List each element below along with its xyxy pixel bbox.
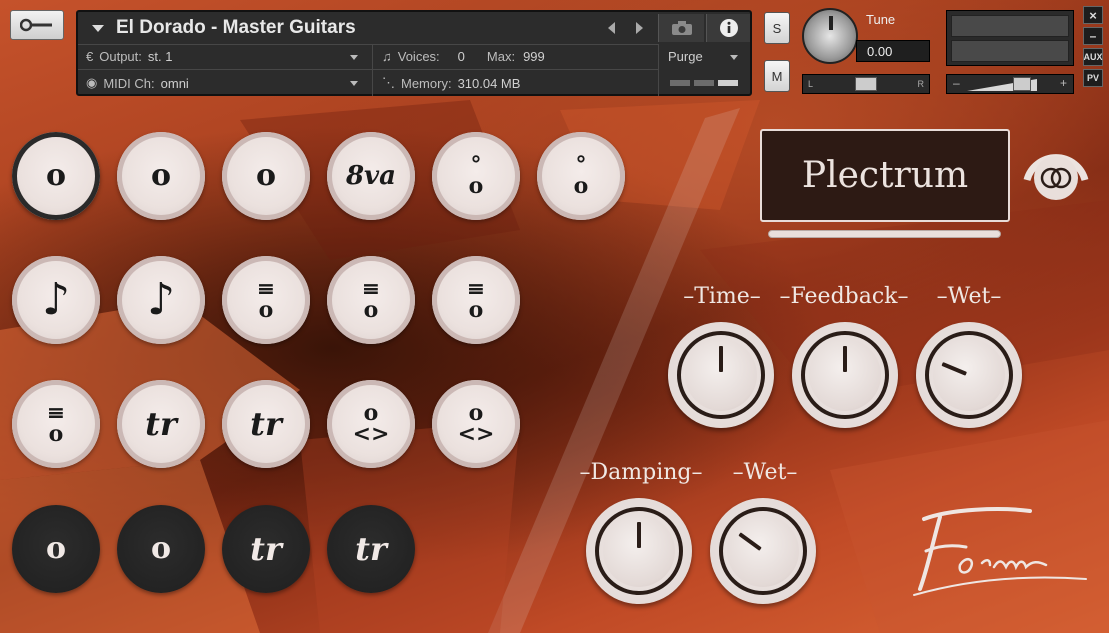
feedback-knob-pointer (843, 346, 847, 372)
articulation-glyph: ≡ o (46, 400, 66, 447)
articulation-glyph: ≡ o (256, 276, 276, 323)
wet-knob-1-pointer (941, 362, 967, 376)
articulation-button-7[interactable]: ♪ (12, 256, 100, 344)
wet-knob-2[interactable] (710, 498, 816, 604)
settings-wrench-button[interactable] (10, 10, 64, 40)
volume-slider[interactable]: – + (946, 74, 1074, 94)
articulation-button-1[interactable]: o (12, 132, 100, 220)
articulation-button-11[interactable]: ≡ o (432, 256, 520, 344)
articulation-button-16[interactable]: o <> (432, 380, 520, 468)
mute-button[interactable]: M (764, 60, 790, 92)
articulation-glyph: o (255, 158, 276, 193)
plectrum-display[interactable]: Plectrum (760, 129, 1010, 222)
articulation-glyph: tr (250, 405, 282, 443)
articulation-glyph: o (45, 531, 66, 566)
articulation-glyph: ° o (573, 152, 589, 199)
info-button[interactable] (706, 14, 750, 42)
articulation-button-18[interactable]: o (117, 505, 205, 593)
articulation-button-14[interactable]: tr (222, 380, 310, 468)
camera-icon (671, 21, 692, 35)
wet-knob-2-pointer (738, 532, 762, 551)
wrench-icon (20, 18, 52, 32)
pan-handle[interactable] (855, 77, 877, 91)
minimize-button[interactable]: – (1083, 27, 1103, 45)
aux-button[interactable]: AUX (1083, 48, 1103, 66)
snapshot-camera-button[interactable] (658, 14, 704, 42)
solo-button[interactable]: S (764, 12, 790, 44)
midi-dropdown-arrow-icon[interactable] (350, 81, 358, 86)
forum-signature-logo (913, 507, 1087, 596)
volume-handle[interactable] (1013, 77, 1031, 91)
close-button[interactable]: × (1083, 6, 1103, 24)
tune-label: Tune (866, 12, 896, 27)
instrument-name[interactable]: El Dorado - Master Guitars (116, 17, 356, 39)
time-knob[interactable] (668, 322, 774, 428)
memory-icon: ⋱ (382, 75, 395, 90)
articulation-button-3[interactable]: o (222, 132, 310, 220)
pan-slider[interactable]: L R (802, 74, 930, 94)
articulation-button-10[interactable]: ≡ o (327, 256, 415, 344)
damping-label: –Damping– (579, 460, 703, 485)
plectrum-slider[interactable] (768, 230, 1001, 238)
articulation-button-2[interactable]: o (117, 132, 205, 220)
instrument-header: El Dorado - Master Guitars € Output: st.… (76, 10, 752, 96)
articulation-glyph: o (45, 158, 66, 193)
articulation-glyph: o <> (457, 400, 495, 447)
articulation-glyph: ≡ o (361, 276, 381, 323)
articulation-button-5[interactable]: ° o (432, 132, 520, 220)
articulation-glyph: o <> (352, 400, 390, 447)
output-selector[interactable]: € Output: st. 1 (86, 49, 366, 64)
tune-knob[interactable] (802, 8, 858, 64)
articulation-button-4[interactable]: 8va (327, 132, 415, 220)
articulation-glyph: tr (250, 530, 282, 568)
articulation-button-19[interactable]: tr (222, 505, 310, 593)
collapse-arrow-icon[interactable] (92, 25, 104, 32)
articulation-button-13[interactable]: tr (117, 380, 205, 468)
pv-button[interactable]: PV (1083, 69, 1103, 87)
articulation-glyph: ♪ (146, 274, 176, 325)
time-knob-pointer (719, 346, 723, 372)
purge-indicator (670, 80, 738, 86)
feedback-knob[interactable] (792, 322, 898, 428)
articulation-button-12[interactable]: ≡ o (12, 380, 100, 468)
articulation-button-17[interactable]: o (12, 505, 100, 593)
articulation-button-20[interactable]: tr (327, 505, 415, 593)
level-meter (946, 10, 1074, 66)
next-instrument-arrow[interactable] (636, 22, 643, 34)
midi-channel-selector[interactable]: ◉ MIDI Ch: omni (86, 75, 366, 91)
feedback-label: –Feedback– (779, 284, 909, 309)
rings-logo-icon[interactable] (1021, 136, 1091, 204)
articulation-glyph: ° o (468, 152, 484, 199)
midi-icon: ◉ (86, 75, 98, 90)
articulation-glyph: tr (145, 405, 177, 443)
damping-knob-pointer (637, 522, 641, 548)
articulation-button-6[interactable]: ° o (537, 132, 625, 220)
wet-label-1: –Wet– (936, 284, 1002, 309)
articulation-button-8[interactable]: ♪ (117, 256, 205, 344)
info-icon (719, 19, 738, 37)
damping-knob[interactable] (586, 498, 692, 604)
prev-instrument-arrow[interactable] (608, 22, 615, 34)
output-icon: € (86, 49, 94, 64)
articulation-glyph: tr (355, 530, 387, 568)
articulation-glyph: o (150, 158, 171, 193)
purge-dropdown-arrow-icon[interactable] (730, 55, 738, 60)
output-dropdown-arrow-icon[interactable] (350, 55, 358, 60)
voices-icon: ♫ (382, 49, 392, 64)
wet-knob-1[interactable] (916, 322, 1022, 428)
articulation-button-15[interactable]: o <> (327, 380, 415, 468)
voices-readout: ♫ Voices: 0 Max: 999 (382, 49, 545, 64)
time-label: –Time– (683, 284, 761, 309)
purge-menu[interactable]: Purge (668, 49, 703, 64)
articulation-button-9[interactable]: ≡ o (222, 256, 310, 344)
articulation-glyph: o (150, 531, 171, 566)
memory-readout: ⋱ Memory: 310.04 MB (382, 75, 521, 91)
articulation-glyph: 8va (345, 161, 397, 191)
wet-label-2: –Wet– (732, 460, 798, 485)
articulation-glyph: ♪ (41, 274, 71, 325)
tune-value[interactable]: 0.00 (856, 40, 930, 62)
articulation-glyph: ≡ o (466, 276, 486, 323)
